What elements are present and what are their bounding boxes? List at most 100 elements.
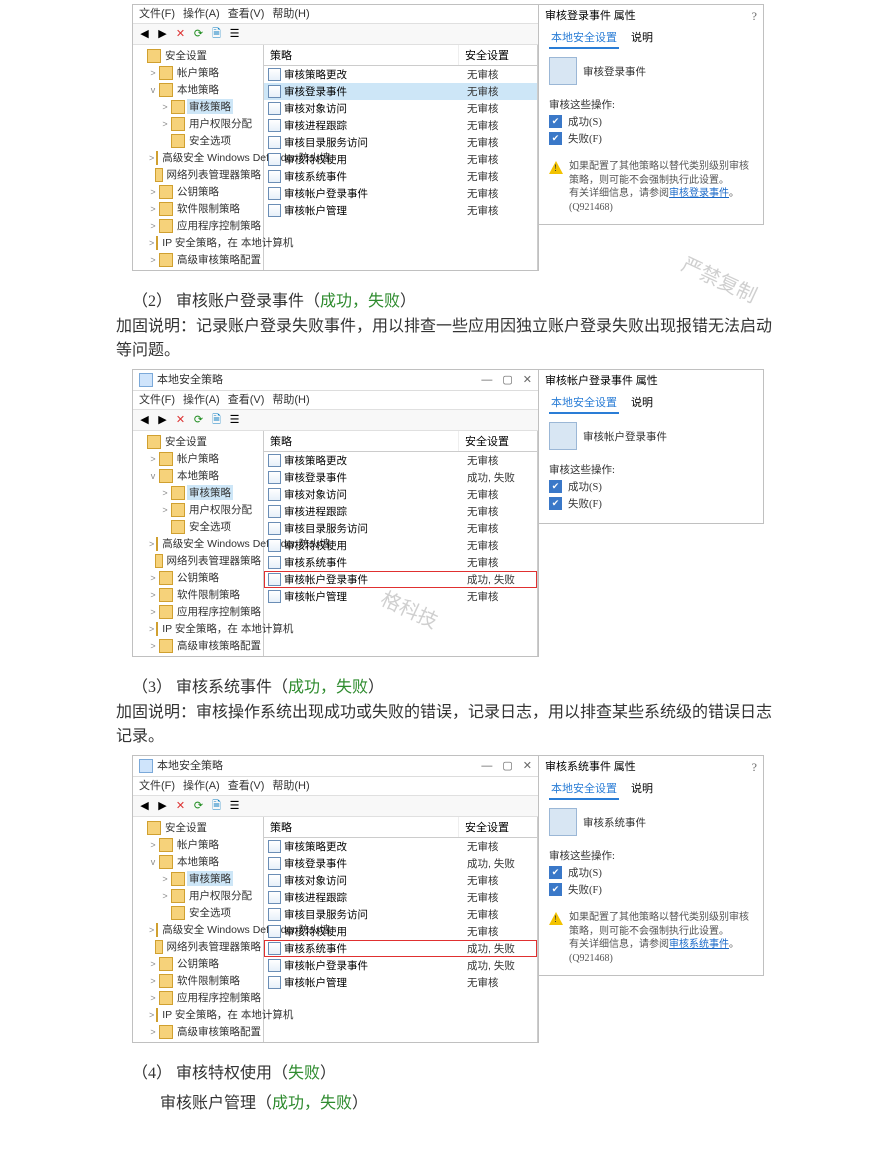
- tab-local[interactable]: 本地安全设置: [549, 392, 619, 414]
- max-icon[interactable]: ▢: [502, 756, 512, 776]
- tree-item[interactable]: v本地策略: [133, 81, 263, 98]
- tree-item[interactable]: >应用程序控制策略: [133, 989, 263, 1006]
- tree-item[interactable]: >高级安全 Windows Defender 防火墙: [133, 149, 263, 166]
- delete-icon[interactable]: ✕: [173, 799, 188, 814]
- tree-item[interactable]: >IP 安全策略，在 本地计算机: [133, 620, 263, 637]
- list-item[interactable]: 审核系统事件无审核: [264, 168, 537, 185]
- expand-icon[interactable]: >: [149, 539, 154, 549]
- properties-icon[interactable]: ☰: [227, 27, 242, 42]
- list-item[interactable]: 审核帐户管理无审核: [264, 974, 537, 991]
- min-icon[interactable]: —: [481, 756, 492, 776]
- close-icon[interactable]: ✕: [523, 756, 532, 776]
- list-item[interactable]: 审核策略更改无审核: [264, 452, 537, 469]
- expand-icon[interactable]: >: [149, 573, 157, 583]
- forward-icon[interactable]: ▶: [155, 27, 170, 42]
- expand-icon[interactable]: >: [149, 238, 154, 248]
- tree-item[interactable]: >高级审核策略配置: [133, 1023, 263, 1040]
- expand-icon[interactable]: >: [149, 1010, 154, 1020]
- checkbox-failure[interactable]: ✔: [549, 497, 562, 510]
- tree-item[interactable]: 安全设置: [133, 433, 263, 450]
- refresh-icon[interactable]: ⟳: [191, 799, 206, 814]
- properties-icon[interactable]: ☰: [227, 413, 242, 428]
- menu-view[interactable]: 查看(V): [228, 5, 265, 23]
- expand-icon[interactable]: >: [149, 993, 157, 1003]
- list-item[interactable]: 审核进程跟踪无审核: [264, 889, 537, 906]
- expand-icon[interactable]: >: [149, 624, 154, 634]
- expand-icon[interactable]: >: [149, 454, 157, 464]
- list-item[interactable]: 审核帐户登录事件成功, 失败: [264, 957, 537, 974]
- expand-icon[interactable]: >: [149, 607, 157, 617]
- list-item[interactable]: 审核系统事件无审核: [264, 554, 537, 571]
- expand-icon[interactable]: >: [149, 925, 154, 935]
- list-item[interactable]: 审核登录事件成功, 失败: [264, 469, 537, 486]
- tree-item[interactable]: 安全设置: [133, 819, 263, 836]
- list-item[interactable]: 审核策略更改无审核: [264, 838, 537, 855]
- expand-icon[interactable]: >: [149, 204, 157, 214]
- tree-item[interactable]: >用户权限分配: [133, 115, 263, 132]
- expand-icon[interactable]: >: [149, 976, 157, 986]
- expand-icon[interactable]: >: [149, 187, 157, 197]
- list-item[interactable]: 审核进程跟踪无审核: [264, 503, 537, 520]
- menu-file[interactable]: 文件(F): [139, 5, 175, 23]
- menu-action[interactable]: 操作(A): [183, 5, 220, 23]
- list-item[interactable]: 审核帐户管理无审核: [264, 588, 537, 605]
- checkbox-success[interactable]: ✔: [549, 480, 562, 493]
- list-item[interactable]: 审核对象访问无审核: [264, 486, 537, 503]
- tree-item[interactable]: >用户权限分配: [133, 887, 263, 904]
- back-icon[interactable]: ◀: [137, 27, 152, 42]
- menu-help[interactable]: 帮助(H): [272, 777, 309, 795]
- tree-item[interactable]: >帐户策略: [133, 836, 263, 853]
- help-icon[interactable]: ?: [752, 756, 757, 778]
- refresh-icon[interactable]: ⟳: [191, 27, 206, 42]
- export-icon[interactable]: 🗎: [209, 799, 224, 814]
- help-icon[interactable]: ?: [752, 5, 757, 27]
- tree-item[interactable]: v本地策略: [133, 853, 263, 870]
- menu-action[interactable]: 操作(A): [183, 777, 220, 795]
- list-item[interactable]: 审核策略更改无审核: [264, 66, 537, 83]
- expand-icon[interactable]: >: [161, 119, 169, 129]
- expand-icon[interactable]: >: [149, 255, 157, 265]
- list-item[interactable]: 审核特权使用无审核: [264, 537, 537, 554]
- tree-item[interactable]: >软件限制策略: [133, 972, 263, 989]
- checkbox-success[interactable]: ✔: [549, 866, 562, 879]
- tree-item[interactable]: >高级安全 Windows Defender 防火墙: [133, 535, 263, 552]
- list-item[interactable]: 审核帐户管理无审核: [264, 202, 537, 219]
- tree-item[interactable]: >审核策略: [133, 98, 263, 115]
- list-item[interactable]: 审核登录事件成功, 失败: [264, 855, 537, 872]
- properties-icon[interactable]: ☰: [227, 799, 242, 814]
- tree-item[interactable]: >高级安全 Windows Defender 防火墙: [133, 921, 263, 938]
- checkbox-failure[interactable]: ✔: [549, 132, 562, 145]
- expand-icon[interactable]: >: [149, 153, 154, 163]
- warning-link[interactable]: 审核登录事件: [669, 188, 729, 199]
- expand-icon[interactable]: v: [149, 471, 157, 481]
- tree-item[interactable]: 网络列表管理器策略: [133, 552, 263, 569]
- tree-item[interactable]: >高级审核策略配置: [133, 251, 263, 268]
- tree-item[interactable]: >IP 安全策略，在 本地计算机: [133, 234, 263, 251]
- tree-item[interactable]: >应用程序控制策略: [133, 217, 263, 234]
- expand-icon[interactable]: v: [149, 85, 157, 95]
- warning-link[interactable]: 审核系统事件: [669, 939, 729, 950]
- list-item[interactable]: 审核目录服务访问无审核: [264, 906, 537, 923]
- close-icon[interactable]: ✕: [523, 370, 532, 390]
- list-item[interactable]: 审核目录服务访问无审核: [264, 520, 537, 537]
- tree-item[interactable]: >IP 安全策略，在 本地计算机: [133, 1006, 263, 1023]
- expand-icon[interactable]: >: [161, 102, 169, 112]
- tree-item[interactable]: >应用程序控制策略: [133, 603, 263, 620]
- list-item[interactable]: 审核目录服务访问无审核: [264, 134, 537, 151]
- expand-icon[interactable]: >: [161, 891, 169, 901]
- tree-item[interactable]: >用户权限分配: [133, 501, 263, 518]
- tree-item[interactable]: v本地策略: [133, 467, 263, 484]
- tree-item[interactable]: >软件限制策略: [133, 586, 263, 603]
- tree-item[interactable]: 安全选项: [133, 132, 263, 149]
- list-item[interactable]: 审核特权使用无审核: [264, 151, 537, 168]
- tab-local[interactable]: 本地安全设置: [549, 778, 619, 800]
- list-item[interactable]: 审核系统事件成功, 失败: [264, 940, 537, 957]
- list-item[interactable]: 审核帐户登录事件无审核: [264, 185, 537, 202]
- tree-item[interactable]: >公钥策略: [133, 955, 263, 972]
- back-icon[interactable]: ◀: [137, 413, 152, 428]
- list-item[interactable]: 审核对象访问无审核: [264, 100, 537, 117]
- refresh-icon[interactable]: ⟳: [191, 413, 206, 428]
- tree-item[interactable]: >帐户策略: [133, 450, 263, 467]
- tree-item[interactable]: 安全设置: [133, 47, 263, 64]
- delete-icon[interactable]: ✕: [173, 413, 188, 428]
